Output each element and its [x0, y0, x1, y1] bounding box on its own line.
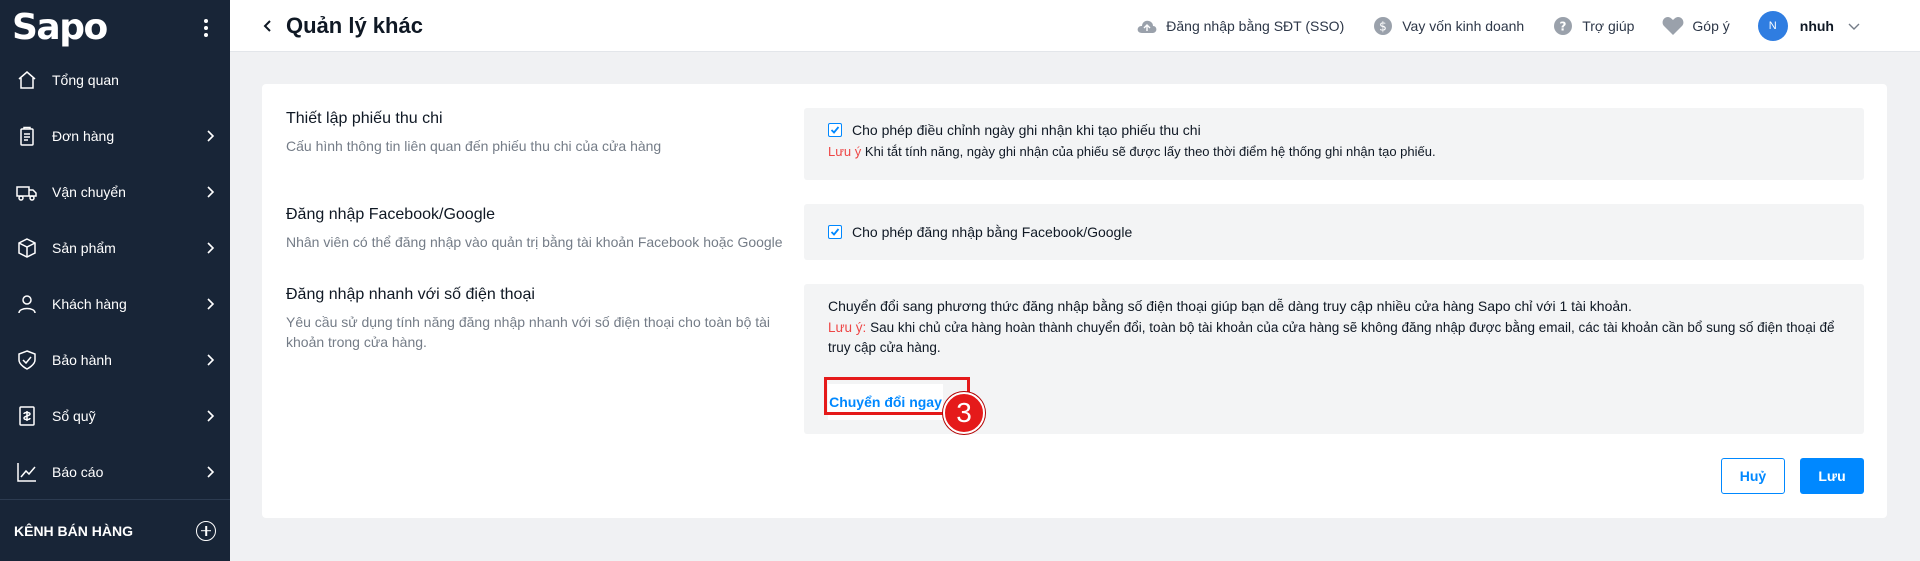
avatar[interactable]: N [1757, 11, 1788, 41]
user-name[interactable]: nhuh [1800, 18, 1834, 34]
social-login-checkbox[interactable] [828, 225, 842, 239]
question-circle-icon: ? [1552, 15, 1574, 37]
adjust-date-option[interactable]: Cho phép điều chỉnh ngày ghi nhận khi tạ… [828, 122, 1840, 138]
chevron-right-icon [207, 410, 215, 422]
chevron-right-icon [207, 466, 215, 478]
sidebar-item-label: Bảo hành [52, 352, 112, 368]
sidebar-item-label: Báo cáo [52, 464, 104, 480]
sidebar-item-cashbook[interactable]: Sổ quỹ [0, 388, 230, 444]
note-text: Sau khi chủ cửa hàng hoàn thành chuyển đ… [828, 320, 1835, 355]
chevron-right-icon [207, 130, 215, 142]
chevron-right-icon [207, 354, 215, 366]
more-menu-icon[interactable] [198, 19, 214, 37]
sso-login-label: Đăng nhập bằng SĐT (SSO) [1166, 18, 1345, 34]
clipboard-icon [16, 125, 38, 147]
sidebar-item-customers[interactable]: Khách hàng [0, 276, 230, 332]
business-loan-label: Vay vốn kinh doanh [1402, 18, 1525, 34]
cancel-button[interactable]: Huỷ [1721, 458, 1785, 494]
adjust-date-checkbox[interactable] [828, 123, 842, 137]
top-header: Quản lý khác Đăng nhập bằng SĐT (SSO) $ … [230, 0, 1920, 52]
sidebar-item-label: Sổ quỹ [52, 408, 96, 424]
social-login-section-title: Đăng nhập Facebook/Google [286, 206, 496, 223]
help-label: Trợ giúp [1582, 18, 1635, 34]
svg-text:?: ? [1560, 20, 1567, 34]
phone-login-section-description: Yêu cầu sử dụng tính năng đăng nhập nhan… [286, 314, 771, 350]
feedback-label: Góp ý [1692, 18, 1730, 34]
sidebar-item-orders[interactable]: Đơn hàng [0, 108, 230, 164]
sidebar-item-overview[interactable]: Tổng quan [0, 52, 230, 108]
add-channel-icon[interactable] [196, 520, 216, 541]
sso-login-link[interactable]: Đăng nhập bằng SĐT (SSO) [1136, 15, 1344, 37]
phone-login-section-info: Đăng nhập nhanh với số điện thoại Yêu cầ… [286, 286, 786, 352]
sales-channels-section: KÊNH BÁN HÀNG [0, 499, 230, 561]
chevron-right-icon [207, 298, 215, 310]
sidebar-item-products[interactable]: Sản phẩm [0, 220, 230, 276]
sidebar-item-reports[interactable]: Báo cáo [0, 444, 230, 500]
feedback-link[interactable]: Góp ý [1662, 15, 1730, 37]
chevron-right-icon [207, 186, 215, 198]
sidebar-item-label: Đơn hàng [52, 128, 115, 144]
phone-login-note: Lưu ý: Sau khi chủ cửa hàng hoàn thành c… [828, 318, 1840, 358]
sapo-logo[interactable]: Sapo [12, 10, 108, 46]
box-icon [16, 237, 38, 259]
sidebar-item-label: Khách hàng [52, 296, 127, 312]
sidebar: Sapo Tổng quan Đơn hàng Vận chuyển Sản p… [0, 0, 230, 561]
chevron-right-icon [207, 242, 215, 254]
sidebar-item-shipping[interactable]: Vận chuyển [0, 164, 230, 220]
user-icon [16, 293, 38, 315]
sidebar-item-warranty[interactable]: Bảo hành [0, 332, 230, 388]
phone-login-section-title: Đăng nhập nhanh với số điện thoại [286, 286, 535, 303]
social-login-option[interactable]: Cho phép đăng nhập bằng Facebook/Google [828, 224, 1132, 240]
adjust-date-label: Cho phép điều chỉnh ngày ghi nhận khi tạ… [852, 122, 1201, 138]
sales-channels-label: KÊNH BÁN HÀNG [14, 522, 133, 539]
sidebar-item-label: Tổng quan [52, 72, 119, 88]
heart-icon [1662, 15, 1684, 37]
truck-icon [16, 181, 38, 203]
sidebar-nav: Tổng quan Đơn hàng Vận chuyển Sản phẩm K… [0, 52, 230, 500]
dollar-circle-icon: $ [1372, 15, 1394, 37]
note-prefix: Lưu ý [828, 144, 862, 159]
business-loan-link[interactable]: $ Vay vốn kinh doanh [1372, 15, 1524, 37]
step-badge: 3 [943, 392, 985, 434]
header-actions: Đăng nhập bằng SĐT (SSO) $ Vay vốn kinh … [1108, 0, 1860, 52]
note-text: Khi tắt tính năng, ngày ghi nhận của phi… [861, 144, 1436, 159]
back-arrow-icon[interactable] [258, 16, 278, 36]
social-login-section-info: Đăng nhập Facebook/Google Nhân viên có t… [286, 206, 786, 252]
cloud-icon [1136, 15, 1158, 37]
receipts-settings-panel: Cho phép điều chỉnh ngày ghi nhận khi tạ… [804, 108, 1864, 180]
phone-login-info: Chuyển đổi sang phương thức đăng nhập bằ… [828, 298, 1632, 314]
page-title: Quản lý khác [286, 12, 423, 38]
svg-text:$: $ [1379, 20, 1387, 34]
chart-icon [16, 461, 38, 483]
save-button[interactable]: Lưu [1800, 458, 1864, 494]
receipts-section-info: Thiết lập phiếu thu chi Cấu hình thông t… [286, 110, 786, 156]
shield-icon [16, 349, 38, 371]
receipts-section-title: Thiết lập phiếu thu chi [286, 110, 443, 127]
home-icon [16, 69, 38, 91]
chevron-down-icon[interactable] [1848, 20, 1860, 32]
receipts-note: Lưu ý Khi tắt tính năng, ngày ghi nhận c… [828, 142, 1840, 162]
cashbook-icon [16, 405, 38, 427]
sidebar-item-label: Sản phẩm [52, 240, 116, 256]
social-login-section-description: Nhân viên có thể đăng nhập vào quản trị … [286, 234, 783, 250]
sidebar-header: Sapo [0, 0, 230, 56]
social-login-panel: Cho phép đăng nhập bằng Facebook/Google [804, 204, 1864, 260]
receipts-section-description: Cấu hình thông tin liên quan đến phiếu t… [286, 138, 662, 154]
help-link[interactable]: ? Trợ giúp [1552, 15, 1634, 37]
settings-card: Thiết lập phiếu thu chi Cấu hình thông t… [262, 84, 1887, 518]
social-login-label: Cho phép đăng nhập bằng Facebook/Google [852, 224, 1133, 240]
note-prefix: Lưu ý: [828, 320, 867, 335]
sidebar-item-label: Vận chuyển [52, 184, 126, 200]
